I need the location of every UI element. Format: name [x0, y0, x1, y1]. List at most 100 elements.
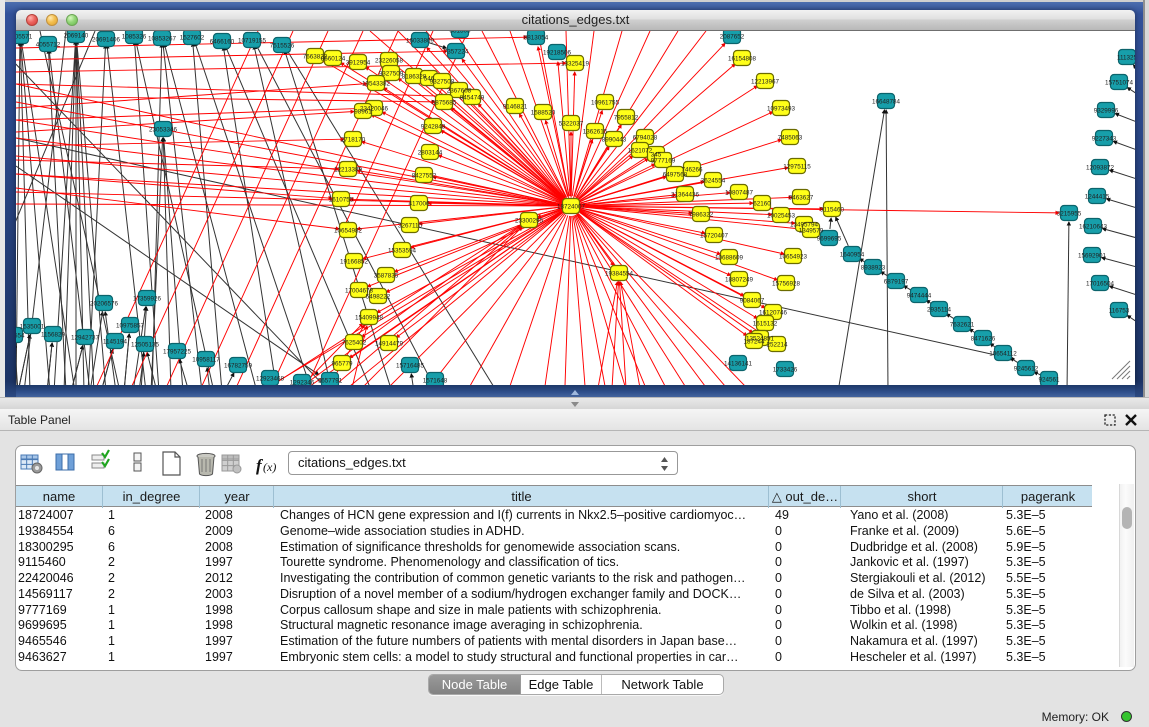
svg-text:10958117: 10958117 — [192, 357, 220, 364]
svg-text:9245612: 9245612 — [1014, 366, 1039, 373]
svg-text:8471626: 8471626 — [971, 336, 996, 343]
svg-text:19218506: 19218506 — [543, 50, 572, 57]
svg-text:17016504: 17016504 — [1086, 281, 1115, 288]
svg-text:9463627: 9463627 — [789, 195, 814, 202]
svg-text:20691406: 20691406 — [92, 37, 121, 44]
svg-text:1621072: 1621072 — [628, 148, 653, 155]
svg-text:1535001: 1535001 — [20, 324, 45, 331]
svg-text:9242848: 9242848 — [421, 124, 446, 131]
svg-text:98961: 98961 — [354, 109, 372, 116]
svg-text:10654112: 10654112 — [989, 351, 1017, 358]
svg-text:9227343: 9227343 — [1092, 136, 1117, 143]
svg-text:116753: 116753 — [1109, 308, 1130, 315]
svg-text:924561: 924561 — [1038, 377, 1060, 384]
svg-text:10961755: 10961755 — [591, 100, 620, 107]
svg-text:19384554: 19384554 — [605, 271, 634, 278]
svg-text:18724007: 18724007 — [557, 204, 586, 211]
svg-text:6879197: 6879197 — [884, 279, 909, 286]
svg-text:12093872: 12093872 — [1086, 165, 1115, 172]
svg-text:13325419: 13325419 — [561, 61, 590, 68]
svg-text:1085326: 1085326 — [122, 34, 147, 41]
svg-text:10654982: 10654982 — [334, 228, 363, 235]
svg-text:17957225: 17957225 — [163, 349, 192, 356]
svg-text:10853267: 10853267 — [148, 36, 177, 43]
svg-text:12505135: 12505135 — [131, 342, 160, 349]
svg-text:3215955: 3215955 — [1057, 211, 1082, 218]
svg-text:1640954: 1640954 — [840, 252, 865, 259]
svg-text:10688609: 10688609 — [715, 255, 744, 262]
svg-text:9329996: 9329996 — [1094, 108, 1119, 115]
svg-text:15751074: 15751074 — [1105, 80, 1134, 87]
svg-text:417006: 417006 — [408, 201, 430, 208]
svg-text:965779: 965779 — [331, 361, 353, 368]
svg-text:23226058: 23226058 — [375, 58, 404, 65]
svg-text:9146821: 9146821 — [503, 104, 528, 111]
svg-text:21364436: 21364436 — [671, 192, 700, 199]
svg-text:23053346: 23053346 — [149, 127, 178, 134]
svg-text:1405571: 1405571 — [16, 34, 33, 41]
svg-text:(x): (x) — [263, 460, 276, 474]
svg-text:10654923: 10654923 — [779, 254, 808, 261]
svg-text:1571648: 1571648 — [423, 378, 448, 385]
svg-text:16033809: 16033809 — [406, 38, 435, 45]
svg-text:19166852: 19166852 — [340, 259, 369, 266]
svg-text:3267110: 3267110 — [398, 223, 423, 230]
svg-text:1244415: 1244415 — [1085, 194, 1110, 201]
svg-text:12975115: 12975115 — [783, 164, 811, 171]
svg-text:1527602: 1527602 — [180, 35, 205, 42]
svg-text:10807487: 10807487 — [725, 190, 754, 197]
svg-text:15692901: 15692901 — [1078, 253, 1107, 260]
svg-text:14136141: 14136141 — [724, 361, 753, 368]
svg-text:15756928: 15756928 — [772, 281, 801, 288]
svg-text:1156829: 1156829 — [41, 332, 66, 339]
svg-text:7625402: 7625402 — [342, 340, 367, 347]
svg-text:7632621: 7632621 — [950, 322, 975, 329]
svg-text:6794028: 6794028 — [633, 135, 658, 142]
svg-text:9777169: 9777169 — [651, 158, 676, 165]
svg-text:15720407: 15720407 — [700, 233, 729, 240]
svg-text:62160: 62160 — [753, 201, 771, 208]
svg-text:7485063: 7485063 — [778, 135, 803, 142]
svg-text:15353594: 15353594 — [388, 248, 417, 255]
svg-text:9327508: 9327508 — [430, 79, 455, 86]
svg-text:7357224: 7357224 — [444, 49, 469, 56]
svg-text:2069140: 2069140 — [64, 33, 89, 40]
svg-text:10025453: 10025453 — [767, 213, 796, 220]
svg-text:5498222: 5498222 — [366, 294, 391, 301]
svg-text:17359926: 17359926 — [133, 296, 162, 303]
svg-text:9699695: 9699695 — [817, 236, 842, 243]
svg-text:9474444: 9474444 — [907, 293, 932, 300]
svg-text:5875685: 5875685 — [432, 100, 457, 107]
svg-text:8454749: 8454749 — [460, 95, 485, 102]
svg-text:111325: 111325 — [1117, 55, 1135, 62]
svg-text:1292346: 1292346 — [290, 380, 315, 386]
svg-text:1588520: 1588520 — [531, 110, 556, 117]
svg-text:1145194: 1145194 — [103, 339, 128, 346]
svg-text:9657791: 9657791 — [318, 378, 343, 385]
svg-text:17004678: 17004678 — [345, 288, 374, 295]
svg-text:8660124: 8660124 — [321, 56, 346, 63]
svg-text:6466160: 6466160 — [210, 39, 235, 46]
svg-text:9327509: 9327509 — [379, 71, 404, 78]
svg-text:23300295: 23300295 — [515, 218, 544, 225]
svg-text:2803144: 2803144 — [418, 150, 443, 157]
svg-text:16210643: 16210643 — [1079, 224, 1108, 231]
svg-text:15409948: 15409948 — [355, 315, 384, 322]
svg-text:1610755: 1610755 — [329, 197, 354, 204]
svg-text:16120746: 16120746 — [759, 310, 788, 317]
svg-text:2935114: 2935114 — [927, 307, 952, 314]
svg-text:16648784: 16648784 — [872, 99, 901, 106]
svg-text:1733426: 1733426 — [773, 367, 798, 374]
svg-text:8990443: 8990443 — [602, 137, 627, 144]
svg-text:1349579: 1349579 — [799, 228, 824, 235]
svg-text:5322037: 5322037 — [559, 121, 584, 128]
svg-text:8813054: 8813054 — [524, 35, 549, 42]
svg-text:7515526: 7515526 — [270, 43, 295, 50]
svg-text:1362615: 1362615 — [583, 129, 608, 136]
svg-text:7986322: 7986322 — [689, 212, 714, 219]
svg-text:3587835: 3587835 — [374, 273, 399, 280]
svg-text:9115460: 9115460 — [820, 207, 845, 214]
svg-text:20206576: 20206576 — [90, 301, 119, 308]
svg-text:2087652: 2087652 — [720, 34, 745, 41]
svg-text:746266: 746266 — [681, 167, 703, 174]
